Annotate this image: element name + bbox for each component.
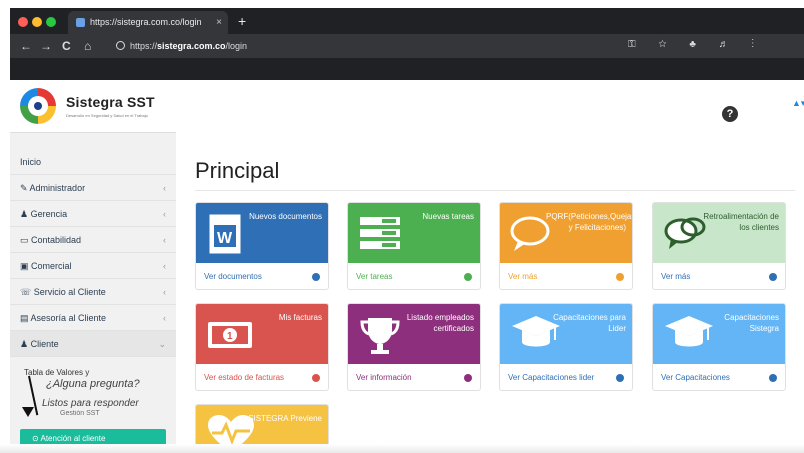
card-link[interactable]: Ver documentos (204, 272, 262, 281)
arrow-circle-icon (616, 273, 624, 281)
sidebar-item-inicio[interactable]: Inicio (10, 149, 176, 175)
sidebar-item-contabilidad[interactable]: ▭ Contabilidad ‹ (10, 227, 176, 253)
sidebar-sub-item-gestion[interactable]: Gestión SST (60, 408, 100, 419)
sidebar-item-asesoria[interactable]: ▤ Asesoría al Cliente ‹ (10, 305, 176, 331)
chevron-left-icon: ‹ (163, 261, 166, 271)
sidebar-sub-item[interactable]: Tabla de Valores y (24, 367, 89, 378)
card-pqrf[interactable]: PQRF(Peticiones,Quejas,Reclamaciones y F… (499, 202, 633, 290)
arrow-circle-icon (312, 273, 320, 281)
sidebar-item-administrador[interactable]: ✎ Administrador ‹ (10, 175, 176, 201)
favicon-icon (76, 18, 85, 27)
card-link[interactable]: Ver información (356, 373, 412, 382)
close-window-icon[interactable] (18, 17, 28, 27)
overlay-question: ¿Alguna pregunta? (46, 378, 140, 390)
svg-text:1: 1 (227, 331, 233, 342)
card-link[interactable]: Ver tareas (356, 272, 392, 281)
brand-subtitle: Desarrollo en Seguridad y Salud en el Tr… (66, 113, 148, 118)
forward-icon[interactable]: → (40, 38, 52, 54)
app-header: Sistegra SST Desarrollo en Seguridad y S… (10, 80, 804, 132)
card-nuevas-tareas[interactable]: Nuevas tareas Ver tareas (347, 202, 481, 290)
minimize-window-icon[interactable] (32, 17, 42, 27)
arrow-circle-icon (769, 273, 777, 281)
sidebar-item-cliente[interactable]: ♟ Cliente ⌄ (10, 331, 176, 357)
address-bar: ← → C ⌂ https://sistegra.com.co/login ⚿ … (10, 34, 804, 58)
chevron-down-icon: ⌄ (158, 339, 166, 349)
brand-name[interactable]: Sistegra SST (66, 94, 155, 110)
card-link[interactable]: Ver Capacitaciones lider (508, 373, 594, 382)
sidebar-item-comercial[interactable]: ▣ Comercial ‹ (10, 253, 176, 279)
card-link[interactable]: Ver estado de facturas (204, 373, 284, 382)
sidebar-item-servicio-al-cliente[interactable]: ☏ Servicio al Cliente ‹ (10, 279, 176, 305)
arrow-circle-icon (464, 374, 472, 382)
annotation-arrow-head (22, 407, 34, 417)
chevron-left-icon: ‹ (163, 235, 166, 245)
card-mis-facturas[interactable]: 1 Mis facturas Ver estado de facturas (195, 303, 329, 391)
card-label: Nuevos documentos (249, 212, 322, 221)
card-label: PQRF(Peticiones,Quejas,Reclamaciones y F… (546, 212, 632, 232)
maximize-window-icon[interactable] (46, 17, 56, 27)
close-tab-icon[interactable]: × (216, 11, 222, 34)
url-input[interactable]: https://sistegra.com.co/login (116, 37, 676, 55)
word-document-icon: W (209, 214, 241, 254)
card-listado-empleados[interactable]: Listado empleados certificados Ver infor… (347, 303, 481, 391)
arrow-circle-icon (312, 374, 320, 382)
sistegra-logo[interactable] (20, 88, 56, 124)
browser-tab-bar: https://sistegra.com.co/login × + (10, 8, 804, 34)
arrow-circle-icon (616, 374, 624, 382)
card-capacitaciones-sistegra[interactable]: Capacitaciones Sistegra Ver Capacitacion… (652, 303, 786, 391)
card-nuevos-documentos[interactable]: W Nuevos documentos Ver documentos (195, 202, 329, 290)
card-label: Retroalimentación de los clientes (703, 212, 779, 232)
card-label: Nuevas tareas (422, 212, 474, 221)
svg-text:W: W (217, 230, 233, 247)
card-label: Listado empleados certificados (406, 313, 474, 333)
chevron-left-icon: ‹ (163, 287, 166, 297)
bookmarks-bar (10, 58, 804, 80)
back-icon[interactable]: ← (20, 38, 32, 54)
help-icon[interactable]: ? (722, 106, 738, 122)
card-link[interactable]: Ver más (661, 272, 690, 281)
card-link[interactable]: Ver más (508, 272, 537, 281)
extension-icons[interactable]: ⚿ ☆ ♣ ♬ ⋮ (628, 39, 764, 50)
reload-icon[interactable]: C (62, 38, 71, 54)
home-icon[interactable]: ⌂ (84, 38, 91, 54)
arrow-circle-icon (769, 374, 777, 382)
arrow-circle-icon (464, 273, 472, 281)
card-capacitaciones-lider[interactable]: Capacitaciones para Lider Ver Capacitaci… (499, 303, 633, 391)
page: { "browser": { "tab_title": "https://sis… (0, 0, 804, 453)
card-label: Capacitaciones Sistegra (724, 313, 779, 333)
chevron-left-icon: ‹ (163, 313, 166, 323)
sidebar-item-gerencia[interactable]: ♟ Gerencia ‹ (10, 201, 176, 227)
main-content: Principal W Nuevos documentos Ver docume… (176, 132, 804, 453)
card-retroalimentacion[interactable]: Retroalimentación de los clientes Ver má… (652, 202, 786, 290)
chevron-left-icon: ‹ (163, 209, 166, 219)
title-divider (195, 190, 795, 191)
page-title: Principal (195, 158, 280, 183)
card-label: Capacitaciones para Lider (553, 313, 626, 333)
url-text: https://sistegra.com.co/login (130, 41, 248, 51)
card-link[interactable]: Ver Capacitaciones (661, 373, 730, 382)
new-tab-button[interactable]: + (238, 11, 246, 31)
bottom-shadow (0, 444, 804, 453)
card-label: SISTEGRA Previene (248, 414, 322, 423)
chevron-left-icon: ‹ (163, 183, 166, 193)
tab-title: https://sistegra.com.co/login (90, 17, 202, 27)
browser-tab[interactable]: https://sistegra.com.co/login × (68, 11, 228, 34)
user-menu-icon[interactable]: ▲▾ (792, 98, 804, 109)
card-label: Mis facturas (278, 313, 322, 322)
info-icon (116, 41, 125, 50)
